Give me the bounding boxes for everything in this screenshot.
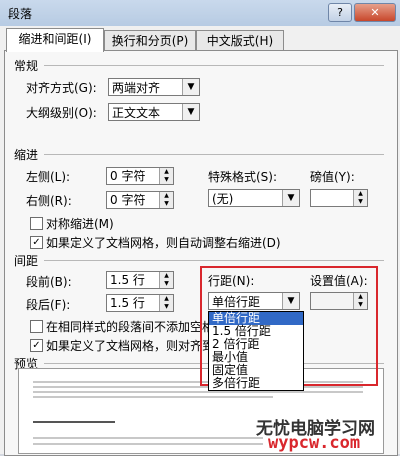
divider [44, 260, 384, 261]
indent-heading: 缩进 [14, 148, 39, 162]
spin-up-icon[interactable]: ▲ [160, 295, 173, 303]
spin-down-icon[interactable]: ▼ [160, 176, 173, 184]
auto-right-indent-label: 如果定义了文档网格，则自动调整右缩进(D) [46, 236, 281, 250]
left-indent-value: 0 字符 [110, 169, 146, 183]
chevron-down-icon[interactable]: ▼ [282, 293, 299, 309]
alignment-value: 两端对齐 [112, 81, 161, 95]
space-after-label: 段后(F): [26, 298, 71, 312]
spin-down-icon[interactable]: ▼ [160, 280, 173, 288]
divider [44, 154, 384, 155]
spin-down-icon[interactable]: ▼ [354, 198, 367, 206]
left-indent-label: 左侧(L): [26, 170, 71, 184]
spin-up-icon[interactable]: ▲ [354, 293, 367, 301]
preview-line-sample [33, 421, 115, 423]
window-title: 段落 [8, 7, 33, 21]
window-buttons: ? ✕ [328, 3, 396, 22]
special-format-value: (无) [212, 192, 234, 206]
spin-down-icon[interactable]: ▼ [354, 301, 367, 309]
spin-down-icon[interactable]: ▼ [160, 303, 173, 311]
special-format-select[interactable]: (无) ▼ [208, 189, 300, 207]
chevron-down-icon[interactable]: ▼ [182, 79, 199, 95]
line-spacing-label: 行距(N): [208, 274, 255, 288]
preview-line [33, 443, 263, 445]
setting-value-label: 设置值(A): [310, 274, 368, 288]
line-spacing-select[interactable]: 单倍行距 ▼ [208, 292, 300, 310]
measure-label: 磅值(Y): [310, 170, 355, 184]
close-button[interactable]: ✕ [354, 3, 396, 22]
spin-up-icon[interactable]: ▲ [160, 192, 173, 200]
spin-up-icon[interactable]: ▲ [160, 168, 173, 176]
space-before-value: 1.5 行 [110, 273, 145, 287]
help-button[interactable]: ? [328, 3, 352, 22]
watermark-url: wypcw.com [268, 433, 361, 453]
alignment-select[interactable]: 两端对齐 ▼ [108, 78, 200, 96]
spin-down-icon[interactable]: ▼ [160, 200, 173, 208]
snap-to-grid-label: 如果定义了文档网格，则对齐到 [46, 339, 215, 353]
alignment-label: 对齐方式(G): [26, 81, 97, 95]
spin-up-icon[interactable]: ▲ [354, 190, 367, 198]
right-indent-stepper[interactable]: 0 字符 ▲ ▼ [106, 191, 174, 209]
space-after-stepper[interactable]: 1.5 行 ▲ ▼ [106, 294, 174, 312]
preview-line [33, 391, 363, 393]
preview-line [33, 396, 273, 398]
special-format-label: 特殊格式(S): [208, 170, 278, 184]
line-spacing-value: 单倍行距 [212, 295, 261, 309]
snap-to-grid-checkbox[interactable]: ✓ [30, 339, 43, 352]
space-before-stepper[interactable]: 1.5 行 ▲ ▼ [106, 271, 174, 289]
chevron-down-icon[interactable]: ▼ [282, 190, 299, 206]
preview-line [33, 437, 263, 439]
tab-asian-typography[interactable]: 中文版式(H) [196, 30, 284, 51]
mirror-indent-label: 对称缩进(M) [46, 217, 114, 231]
measure-stepper[interactable]: ▲ ▼ [310, 189, 368, 207]
auto-right-indent-checkbox[interactable]: ✓ [30, 236, 43, 249]
divider [44, 65, 384, 66]
space-before-label: 段前(B): [26, 275, 72, 289]
spin-up-icon[interactable]: ▲ [160, 272, 173, 280]
space-after-value: 1.5 行 [110, 296, 145, 310]
right-indent-value: 0 字符 [110, 193, 146, 207]
right-indent-label: 右侧(R): [26, 194, 72, 208]
chevron-down-icon[interactable]: ▼ [182, 104, 199, 120]
setting-value-stepper[interactable]: ▲ ▼ [310, 292, 368, 310]
outline-level-value: 正文文本 [112, 106, 161, 120]
spacing-heading: 间距 [14, 254, 39, 268]
mirror-indent-checkbox[interactable] [30, 217, 43, 230]
no-space-same-style-label: 在相同样式的段落间不添加空格 [46, 320, 215, 334]
preview-line [33, 386, 363, 388]
tab-line-page-breaks[interactable]: 换行和分页(P) [104, 30, 196, 51]
line-spacing-dropdown: 单倍行距 1.5 倍行距 2 倍行距 最小值 固定值 多倍行距 [208, 311, 304, 391]
no-space-same-style-checkbox[interactable] [30, 320, 43, 333]
left-indent-stepper[interactable]: 0 字符 ▲ ▼ [106, 167, 174, 185]
outline-level-label: 大纲级别(O): [26, 106, 97, 120]
general-heading: 常规 [14, 59, 39, 73]
line-spacing-option-multiple[interactable]: 多倍行距 [209, 377, 303, 390]
tab-indent-spacing[interactable]: 缩进和间距(I) [6, 28, 104, 52]
outline-level-select[interactable]: 正文文本 ▼ [108, 103, 200, 121]
